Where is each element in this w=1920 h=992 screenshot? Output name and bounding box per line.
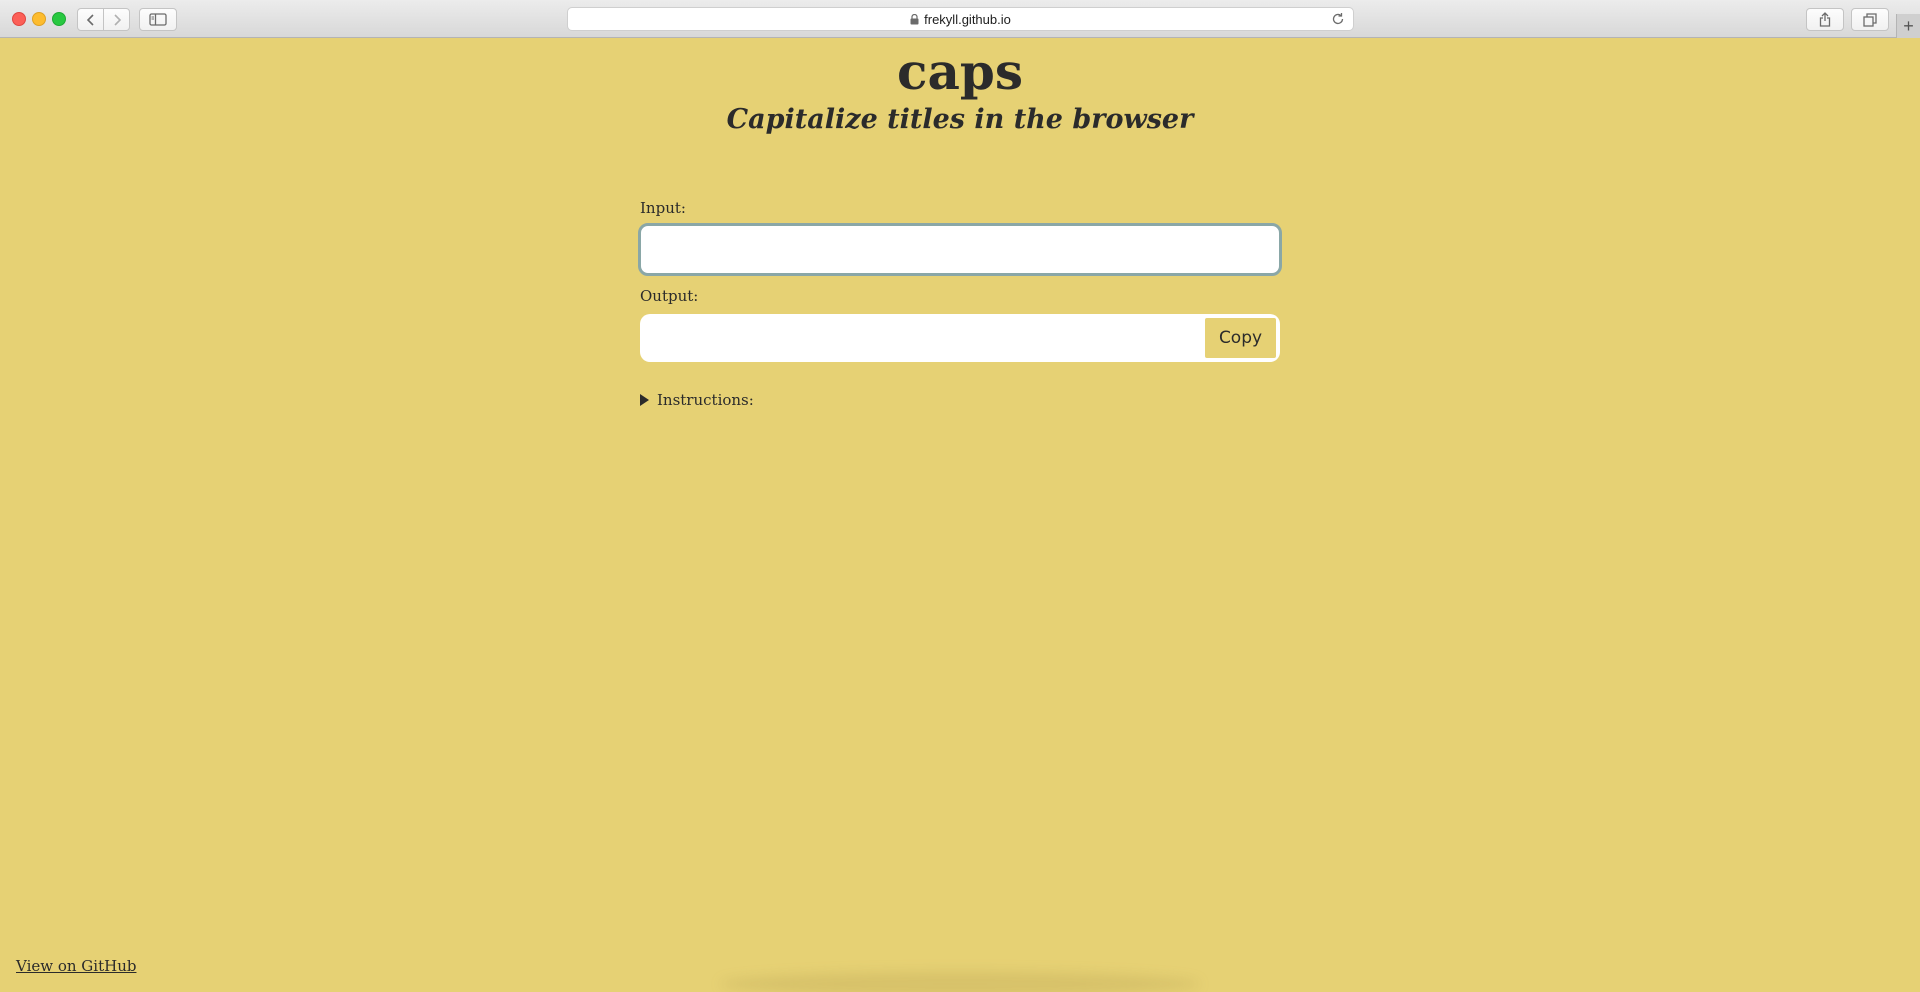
title-output[interactable] <box>644 318 1205 358</box>
chevron-right-icon <box>113 13 121 26</box>
view-on-github-link[interactable]: View on GitHub <box>16 957 136 975</box>
share-icon <box>1819 12 1831 27</box>
forward-button[interactable] <box>103 9 129 30</box>
copy-button[interactable]: Copy <box>1205 318 1276 358</box>
reload-icon[interactable] <box>1331 12 1345 26</box>
window-close-button[interactable] <box>12 12 26 26</box>
page-subtitle: Capitalize titles in the browser <box>726 104 1194 135</box>
window-minimize-button[interactable] <box>32 12 46 26</box>
show-tabs-button[interactable] <box>1851 8 1889 31</box>
back-button[interactable] <box>78 9 103 30</box>
window-maximize-button[interactable] <box>52 12 66 26</box>
lock-icon <box>910 13 919 25</box>
disclosure-triangle-icon <box>640 394 649 406</box>
bottom-shadow <box>720 972 1200 992</box>
share-button[interactable] <box>1806 8 1844 31</box>
instructions-label: Instructions: <box>657 391 754 409</box>
chevron-left-icon <box>86 13 94 26</box>
instructions-toggle[interactable]: Instructions: <box>640 391 754 409</box>
address-bar[interactable]: frekyll.github.io <box>567 7 1354 31</box>
output-container: Copy <box>640 314 1280 362</box>
tabs-icon <box>1863 12 1877 27</box>
sidebar-icon <box>149 13 167 26</box>
navigation-buttons <box>77 8 130 31</box>
output-label: Output: <box>640 287 699 305</box>
plus-icon: + <box>1903 15 1914 36</box>
sidebar-toggle-button[interactable] <box>139 8 177 31</box>
title-input[interactable] <box>638 223 1282 276</box>
page-title: caps <box>897 42 1023 101</box>
new-tab-button[interactable]: + <box>1896 14 1920 38</box>
url-text: frekyll.github.io <box>924 11 1011 27</box>
browser-toolbar: frekyll.github.io + <box>0 0 1920 38</box>
input-label: Input: <box>640 199 686 217</box>
